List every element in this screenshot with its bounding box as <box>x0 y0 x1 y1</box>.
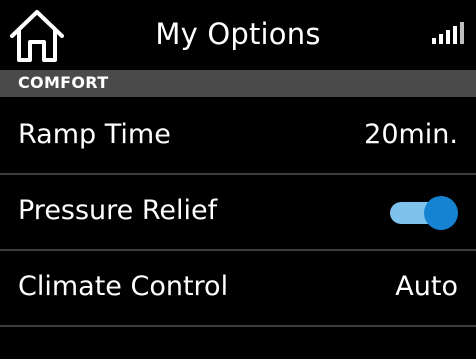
ramp-time-label: Ramp Time <box>18 119 171 150</box>
climate-control-row[interactable]: Climate Control Auto <box>0 251 476 327</box>
divider <box>0 325 476 327</box>
pressure-relief-row[interactable]: Pressure Relief <box>0 175 476 251</box>
pressure-relief-label: Pressure Relief <box>18 195 218 226</box>
ramp-time-value: 20min. <box>364 119 458 150</box>
section-header-comfort: COMFORT <box>0 70 476 97</box>
pressure-relief-toggle[interactable] <box>390 196 458 230</box>
section-label: COMFORT <box>18 73 109 92</box>
header-bar: My Options <box>0 0 476 70</box>
toggle-knob <box>424 196 458 230</box>
climate-control-label: Climate Control <box>18 271 229 302</box>
climate-control-value: Auto <box>395 271 458 302</box>
signal-strength-icon <box>432 22 468 46</box>
ramp-time-row[interactable]: Ramp Time 20min. <box>0 99 476 175</box>
page-title: My Options <box>155 17 321 51</box>
